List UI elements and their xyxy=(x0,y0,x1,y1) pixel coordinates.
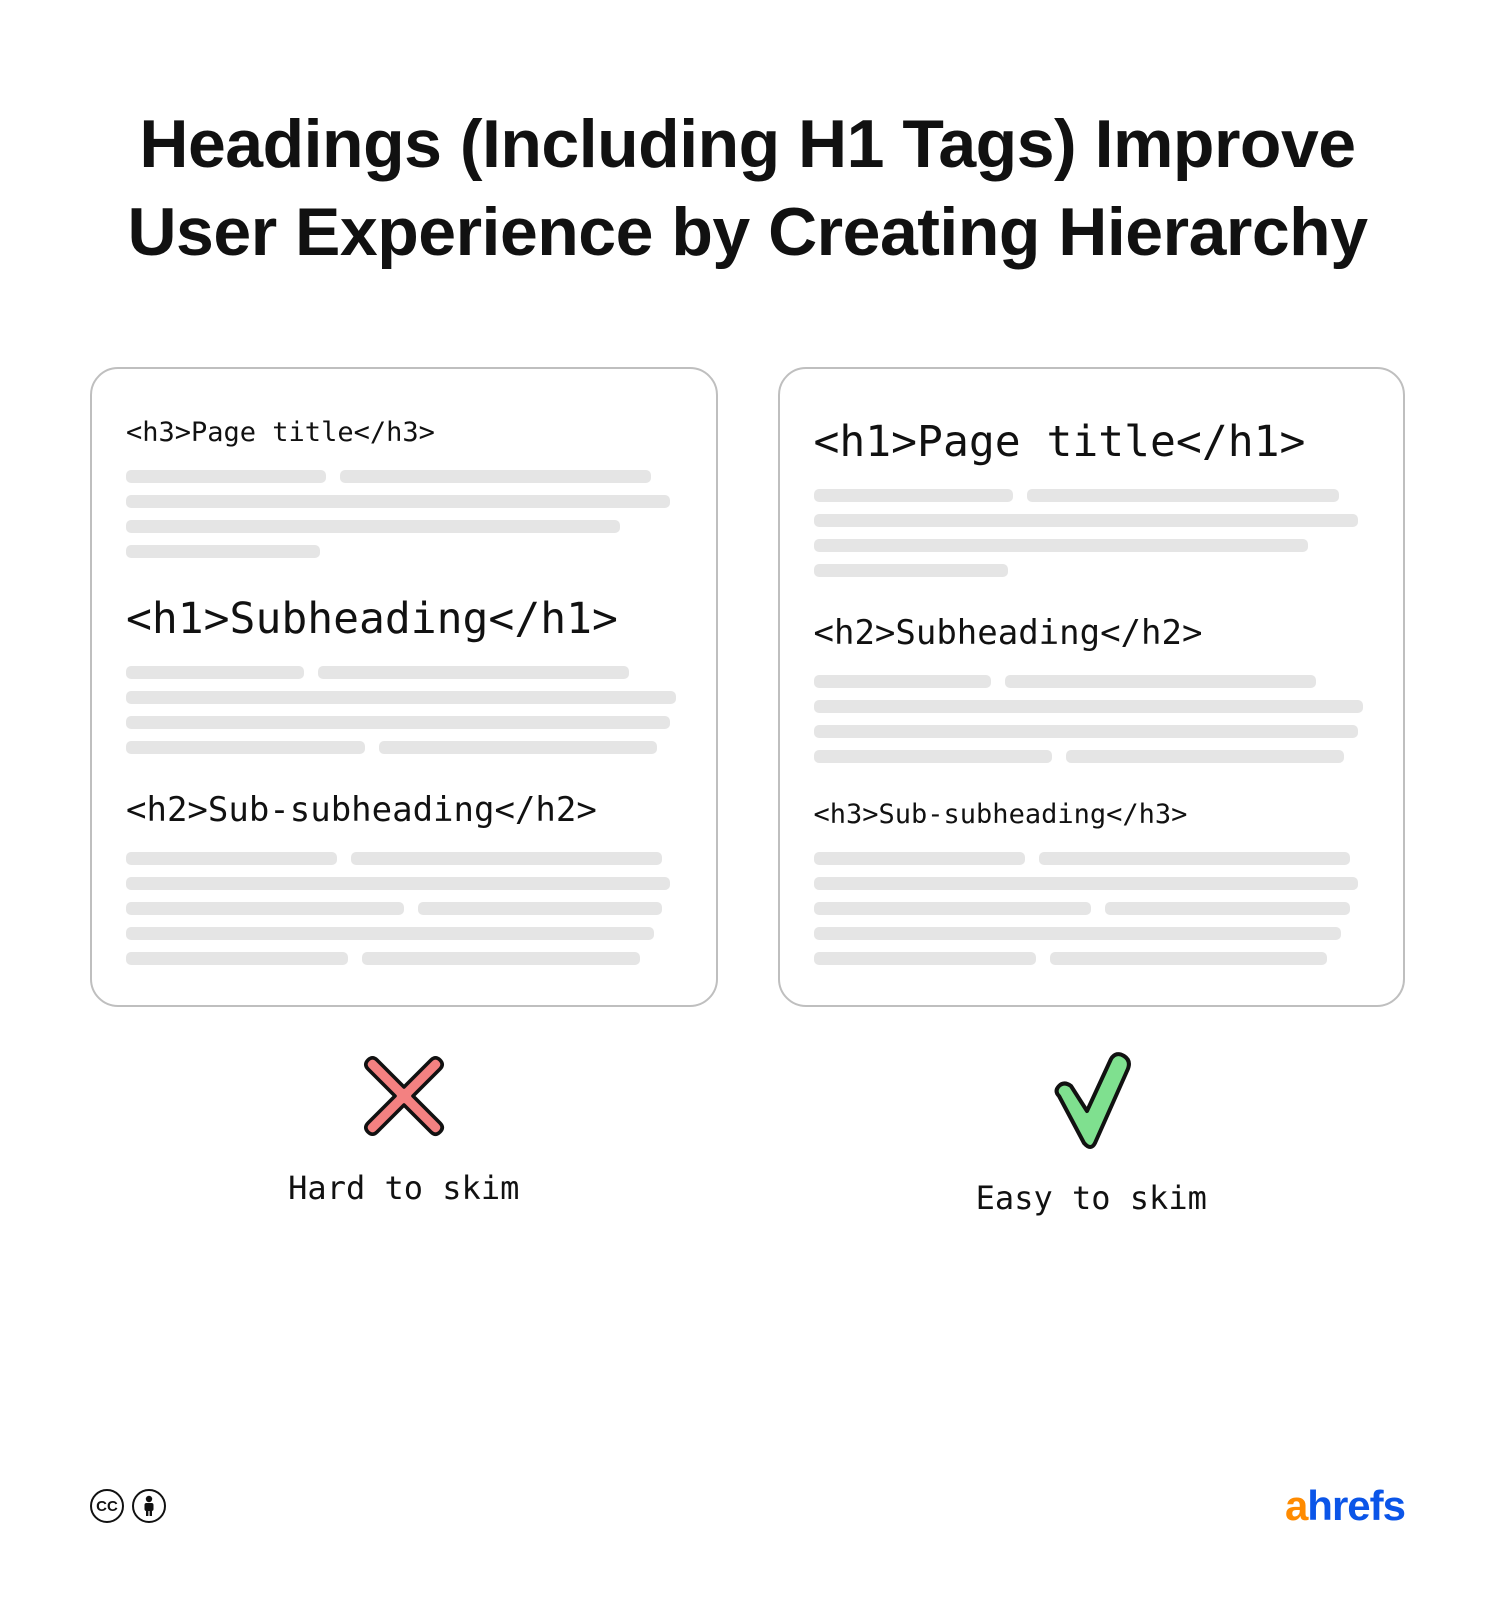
placeholder-bar xyxy=(126,852,337,865)
by-icon xyxy=(132,1489,166,1523)
placeholder-lines xyxy=(814,489,1370,577)
placeholder-bar xyxy=(340,470,651,483)
placeholder-bar xyxy=(126,952,348,965)
main-title: Headings (Including H1 Tags) Improve Use… xyxy=(90,100,1405,277)
brand-rest: hrefs xyxy=(1307,1482,1405,1529)
placeholder-bar xyxy=(126,495,670,508)
heading-code: <h2>Sub-subheading</h2> xyxy=(126,790,682,830)
heading-code: <h1>Page title</h1> xyxy=(814,417,1370,467)
placeholder-bar xyxy=(126,716,670,729)
placeholder-bar xyxy=(814,877,1358,890)
card-bad-hierarchy: <h3>Page title</h3> <h1>Subheading</h1> <h… xyxy=(90,367,718,1007)
placeholder-bar xyxy=(1039,852,1350,865)
placeholder-lines xyxy=(814,852,1370,965)
heading-code: <h2>Subheading</h2> xyxy=(814,613,1370,653)
placeholder-bar xyxy=(1050,952,1328,965)
placeholder-bar xyxy=(126,741,365,754)
card-section: <h1>Subheading</h1> xyxy=(126,594,682,754)
placeholder-bar xyxy=(126,470,326,483)
license-badges: CC xyxy=(90,1489,166,1523)
card-section: <h3>Sub-subheading</h3> xyxy=(814,799,1370,965)
cc-icon: CC xyxy=(90,1489,124,1523)
card-good-hierarchy: <h1>Page title</h1> <h2>Subheading</h2> <h… xyxy=(778,367,1406,1007)
placeholder-bar xyxy=(351,852,662,865)
card-section: <h2>Subheading</h2> xyxy=(814,613,1370,763)
placeholder-bar xyxy=(814,852,1025,865)
placeholder-bar xyxy=(126,666,304,679)
card-section: <h1>Page title</h1> xyxy=(814,417,1370,577)
placeholder-lines xyxy=(126,470,682,558)
heading-code: <h1>Subheading</h1> xyxy=(126,594,682,644)
brand-first-letter: a xyxy=(1285,1482,1307,1529)
placeholder-lines xyxy=(126,666,682,754)
verdict-bad-label: Hard to skim xyxy=(288,1169,519,1207)
placeholder-bar xyxy=(126,520,620,533)
placeholder-bar xyxy=(126,877,670,890)
placeholder-bar xyxy=(126,691,676,704)
placeholder-bar xyxy=(362,952,640,965)
placeholder-bar xyxy=(814,750,1053,763)
placeholder-bar xyxy=(814,514,1358,527)
placeholder-bar xyxy=(318,666,629,679)
verdict-bad: Hard to skim xyxy=(90,1051,718,1217)
placeholder-bar xyxy=(814,489,1014,502)
heading-code: <h3>Page title</h3> xyxy=(126,417,682,448)
heading-code: <h3>Sub-subheading</h3> xyxy=(814,799,1370,830)
comparison-row: <h3>Page title</h3> <h1>Subheading</h1> <h… xyxy=(90,367,1405,1007)
placeholder-bar xyxy=(814,564,1008,577)
placeholder-bar xyxy=(126,927,654,940)
placeholder-bar xyxy=(814,539,1308,552)
placeholder-bar xyxy=(379,741,657,754)
placeholder-bar xyxy=(126,545,320,558)
placeholder-bar xyxy=(126,902,404,915)
verdict-good-label: Easy to skim xyxy=(976,1179,1207,1217)
placeholder-bar xyxy=(1066,750,1344,763)
card-section: <h2>Sub-subheading</h2> xyxy=(126,790,682,965)
placeholder-bar xyxy=(1027,489,1338,502)
footer: CC ahrefs xyxy=(90,1482,1405,1530)
placeholder-lines xyxy=(126,852,682,965)
placeholder-bar xyxy=(814,952,1036,965)
placeholder-bar xyxy=(814,700,1364,713)
verdict-good: Easy to skim xyxy=(778,1051,1406,1217)
placeholder-bar xyxy=(1105,902,1349,915)
placeholder-bar xyxy=(418,902,662,915)
placeholder-lines xyxy=(814,675,1370,763)
placeholder-bar xyxy=(814,725,1358,738)
card-section: <h3>Page title</h3> xyxy=(126,417,682,558)
cross-icon xyxy=(359,1051,449,1141)
placeholder-bar xyxy=(814,927,1342,940)
placeholder-bar xyxy=(814,902,1092,915)
check-icon xyxy=(1049,1051,1133,1151)
verdict-row: Hard to skim Easy to skim xyxy=(90,1051,1405,1217)
placeholder-bar xyxy=(814,675,992,688)
placeholder-bar xyxy=(1005,675,1316,688)
brand-logo: ahrefs xyxy=(1285,1482,1405,1530)
